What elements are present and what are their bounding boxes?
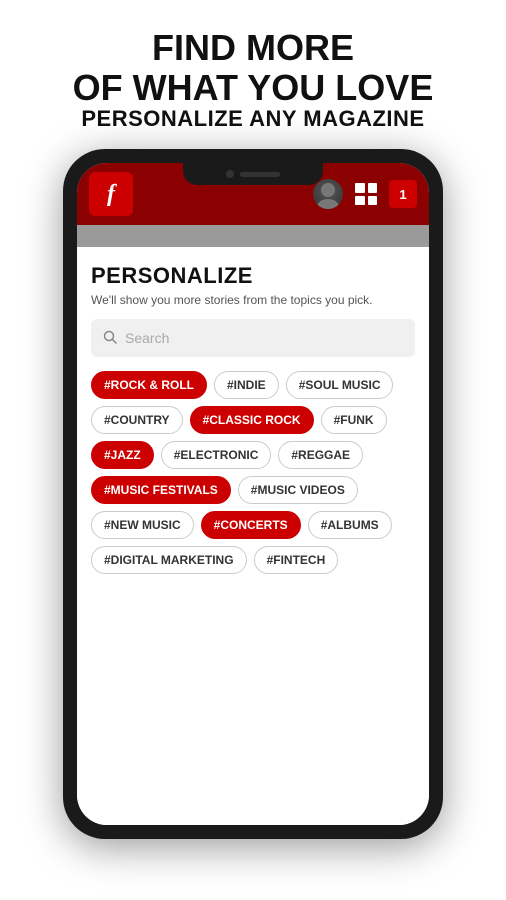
content-area: PERSONALIZE We'll show you more stories … xyxy=(77,247,429,825)
phone-top-bar xyxy=(183,163,323,185)
tag-item[interactable]: #ROCK & ROLL xyxy=(91,371,207,399)
search-bar[interactable]: Search xyxy=(91,319,415,357)
notification-badge[interactable]: 1 xyxy=(389,180,417,208)
tag-item[interactable]: #SOUL MUSIC xyxy=(286,371,394,399)
grid-icon[interactable] xyxy=(353,181,379,207)
tag-item[interactable]: #MUSIC VIDEOS xyxy=(238,476,358,504)
phone-frame: f 1 xyxy=(63,149,443,839)
phone-screen: f 1 xyxy=(77,163,429,825)
app-header-icons: 1 xyxy=(313,179,417,209)
personalize-subtitle: We'll show you more stories from the top… xyxy=(91,293,415,307)
tag-item[interactable]: #FUNK xyxy=(321,406,387,434)
tag-item[interactable]: #REGGAE xyxy=(278,441,363,469)
tag-item[interactable]: #ELECTRONIC xyxy=(161,441,272,469)
personalize-title: PERSONALIZE xyxy=(91,263,415,289)
phone-speaker xyxy=(240,172,280,177)
tag-item[interactable]: #COUNTRY xyxy=(91,406,183,434)
tag-item[interactable]: #ALBUMS xyxy=(308,511,392,539)
header-line3: PERSONALIZE ANY MAGAZINE xyxy=(73,107,434,131)
tag-item[interactable]: #CONCERTS xyxy=(201,511,301,539)
avatar[interactable] xyxy=(313,179,343,209)
search-icon xyxy=(103,330,117,347)
sub-header xyxy=(77,225,429,247)
tag-item[interactable]: #MUSIC FESTIVALS xyxy=(91,476,231,504)
tag-item[interactable]: #JAZZ xyxy=(91,441,154,469)
search-placeholder: Search xyxy=(125,330,169,346)
tag-item[interactable]: #INDIE xyxy=(214,371,279,399)
header-line1: FIND MORE xyxy=(73,28,434,68)
tag-item[interactable]: #CLASSIC ROCK xyxy=(190,406,314,434)
tag-item[interactable]: #NEW MUSIC xyxy=(91,511,194,539)
flipboard-logo: f xyxy=(89,172,133,216)
header-line2: OF WHAT YOU LOVE xyxy=(73,68,434,108)
tag-item[interactable]: #DIGITAL MARKETING xyxy=(91,546,247,574)
tags-container: #ROCK & ROLL#INDIE#SOUL MUSIC #COUNTRY#CL… xyxy=(91,371,415,574)
phone-camera xyxy=(226,170,234,178)
header-section: FIND MORE OF WHAT YOU LOVE PERSONALIZE A… xyxy=(53,0,454,149)
tag-item[interactable]: #FINTECH xyxy=(254,546,339,574)
